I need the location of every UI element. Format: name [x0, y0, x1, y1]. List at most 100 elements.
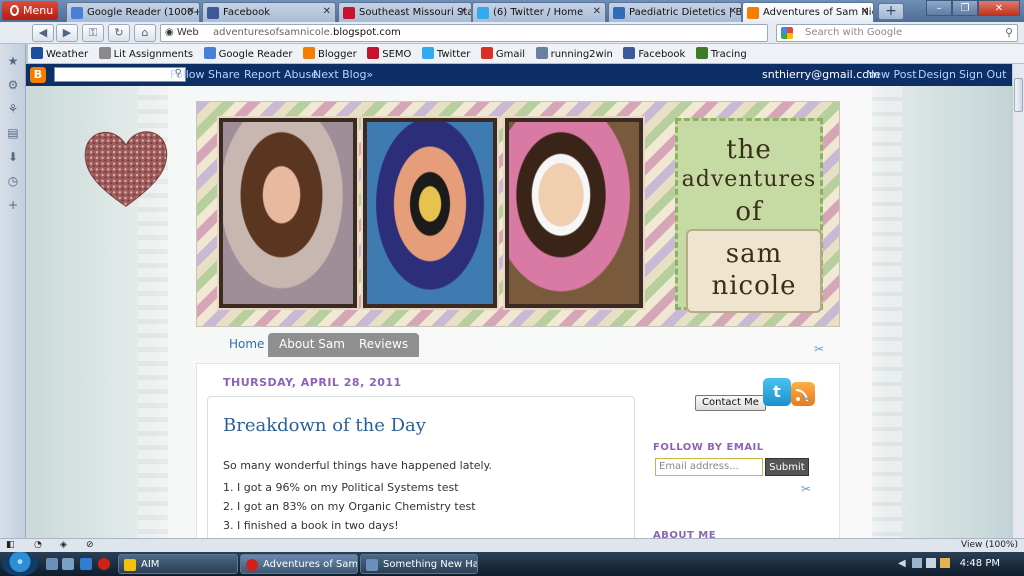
- bookmark-tracing[interactable]: Tracing: [693, 44, 751, 63]
- header-photo-3: [505, 118, 643, 308]
- report-abuse-link[interactable]: Report Abuse: [244, 68, 318, 81]
- close-icon[interactable]: ✕: [593, 6, 601, 17]
- clock[interactable]: 4:48 PM: [960, 558, 1000, 569]
- close-icon[interactable]: ✕: [323, 6, 331, 17]
- bookmark-weather[interactable]: Weather: [28, 44, 92, 63]
- bookmark-semo[interactable]: SEMO: [364, 44, 415, 63]
- close-icon[interactable]: ✕: [187, 6, 195, 17]
- network-icon[interactable]: [912, 558, 922, 568]
- back-arrow-icon[interactable]: ◀: [32, 24, 54, 42]
- close-window-icon[interactable]: ✕: [978, 0, 1020, 16]
- tab-twitter[interactable]: (6) Twitter / Home ✕: [472, 2, 606, 22]
- tab-facebook[interactable]: Facebook ✕: [202, 2, 336, 22]
- bookmark-google-reader[interactable]: Google Reader: [201, 44, 297, 63]
- scrollbar-thumb[interactable]: [1014, 78, 1023, 112]
- status-bar: ◧ ◔ ◈ ⊘ View (100%): [0, 538, 1024, 552]
- unite-status-icon[interactable]: ◈: [60, 540, 67, 550]
- title-line-4: sam: [725, 239, 783, 269]
- header-photo-1: [219, 118, 357, 308]
- close-icon[interactable]: ✕: [729, 6, 737, 17]
- blog-search-input[interactable]: ⚲: [54, 67, 186, 82]
- search-input[interactable]: Search with Google ⚲: [776, 24, 1018, 42]
- book-icon: [98, 47, 111, 59]
- internet-explorer-icon[interactable]: [80, 558, 92, 570]
- widgets-gear-icon[interactable]: ⚙: [6, 78, 20, 92]
- semo-icon: [367, 47, 380, 59]
- contact-me-button[interactable]: Contact Me: [695, 395, 766, 411]
- start-button[interactable]: [2, 552, 38, 576]
- follow-by-email-heading: FOLLOW BY EMAIL: [653, 442, 764, 453]
- bookmark-blogger[interactable]: Blogger: [300, 44, 361, 63]
- title-line-3: of: [735, 197, 763, 227]
- volume-icon[interactable]: [926, 558, 936, 568]
- key-icon[interactable]: ⚿: [82, 24, 104, 42]
- new-post-link[interactable]: New Post: [866, 68, 917, 81]
- edit-wrench-icon[interactable]: ✂: [801, 392, 811, 406]
- zoom-level[interactable]: View (100%): [961, 540, 1018, 550]
- bookmark-twitter[interactable]: Twitter: [419, 44, 475, 63]
- reload-icon[interactable]: ↻: [108, 24, 130, 42]
- history-clock-icon[interactable]: ◷: [6, 174, 20, 188]
- tab-adventures-of-sam-nicole[interactable]: Adventures of Sam Nic... ✕: [742, 2, 874, 22]
- blocked-content-icon[interactable]: ⊘: [86, 540, 94, 550]
- maximize-icon[interactable]: ❐: [952, 0, 978, 16]
- close-icon[interactable]: ✕: [861, 6, 869, 17]
- minimize-icon[interactable]: –: [926, 0, 952, 16]
- twitter-icon: [477, 7, 489, 19]
- tab-home[interactable]: Home: [218, 333, 275, 357]
- turbo-icon[interactable]: ◔: [34, 540, 42, 550]
- share-link[interactable]: Share: [208, 68, 240, 81]
- facebook-icon: [207, 7, 219, 19]
- edit-wrench-icon[interactable]: ✂: [814, 342, 828, 356]
- vertical-scrollbar[interactable]: [1012, 64, 1024, 538]
- main-content: THURSDAY, APRIL 28, 2011 Breakdown of th…: [196, 363, 840, 538]
- follow-link[interactable]: Follow: [170, 68, 205, 81]
- downloads-icon[interactable]: ⬇: [6, 150, 20, 164]
- forward-arrow-icon[interactable]: ▶: [56, 24, 78, 42]
- switch-windows-icon[interactable]: [62, 558, 74, 570]
- panel-toggle-icon[interactable]: ◧: [6, 540, 15, 550]
- bookmarks-star-icon[interactable]: ★: [6, 54, 20, 68]
- tab-about-sam[interactable]: About Sam: [268, 333, 356, 357]
- edit-wrench-icon[interactable]: ✂: [801, 482, 811, 496]
- bookmark-running2win[interactable]: running2win: [533, 44, 617, 63]
- bookmark-lit-assignments[interactable]: Lit Assignments: [96, 44, 198, 63]
- opera-quicklaunch-icon[interactable]: [98, 558, 110, 570]
- home-icon[interactable]: ⌂: [134, 24, 156, 42]
- google-reader-icon: [71, 7, 83, 19]
- email-field[interactable]: Email address...: [655, 458, 763, 476]
- sign-out-link[interactable]: Sign Out: [959, 68, 1006, 81]
- tab-semo[interactable]: Southeast Missouri Sta... ✕: [338, 2, 472, 22]
- tab-google-reader[interactable]: Google Reader (1000+) ✕: [66, 2, 200, 22]
- bookmark-facebook[interactable]: Facebook: [620, 44, 689, 63]
- next-blog-link[interactable]: Next Blog»: [313, 68, 373, 81]
- tab-reviews[interactable]: Reviews: [348, 333, 420, 357]
- notes-icon[interactable]: ▤: [6, 126, 20, 140]
- opera-menu-button[interactable]: Menu: [2, 1, 58, 20]
- close-icon[interactable]: ✕: [459, 6, 467, 17]
- blog-header-banner[interactable]: the adventures of sam nicole: [196, 101, 840, 327]
- taskbar-item-opera[interactable]: Adventures of Sam ...: [240, 554, 358, 574]
- taskbar-item-aim[interactable]: AIM: [118, 554, 238, 574]
- twitter-follow-icon[interactable]: t: [763, 378, 791, 406]
- add-panel-icon[interactable]: +: [6, 198, 20, 212]
- show-desktop-icon[interactable]: [46, 558, 58, 570]
- blogger-icon: [303, 47, 315, 59]
- search-icon[interactable]: ⚲: [1005, 26, 1013, 39]
- url-field[interactable]: ◉ Web adventuresofsamnicole.blogspot.com: [160, 24, 916, 42]
- tab-paediatric-dietetics[interactable]: Paediatric Dietetics | Ba... ✕: [608, 2, 742, 22]
- opera-icon: [246, 559, 258, 571]
- blogger-logo-icon[interactable]: B: [30, 67, 46, 83]
- tray-app-icon[interactable]: [940, 558, 950, 568]
- tracing-icon: [695, 47, 708, 59]
- design-link[interactable]: Design: [918, 68, 956, 81]
- twitter-icon: [421, 47, 434, 59]
- taskbar-item-something-new[interactable]: Something New Ha...: [360, 554, 478, 574]
- unite-icon[interactable]: ⚘: [6, 102, 20, 116]
- tray-expand-icon[interactable]: ◀: [898, 558, 906, 569]
- submit-button[interactable]: Submit: [765, 458, 809, 476]
- bookmark-gmail[interactable]: Gmail: [478, 44, 529, 63]
- new-tab-button[interactable]: +: [878, 3, 904, 20]
- post-title[interactable]: Breakdown of the Day: [223, 415, 426, 436]
- list-item: 1. I got a 96% on my Political Systems t…: [223, 481, 459, 494]
